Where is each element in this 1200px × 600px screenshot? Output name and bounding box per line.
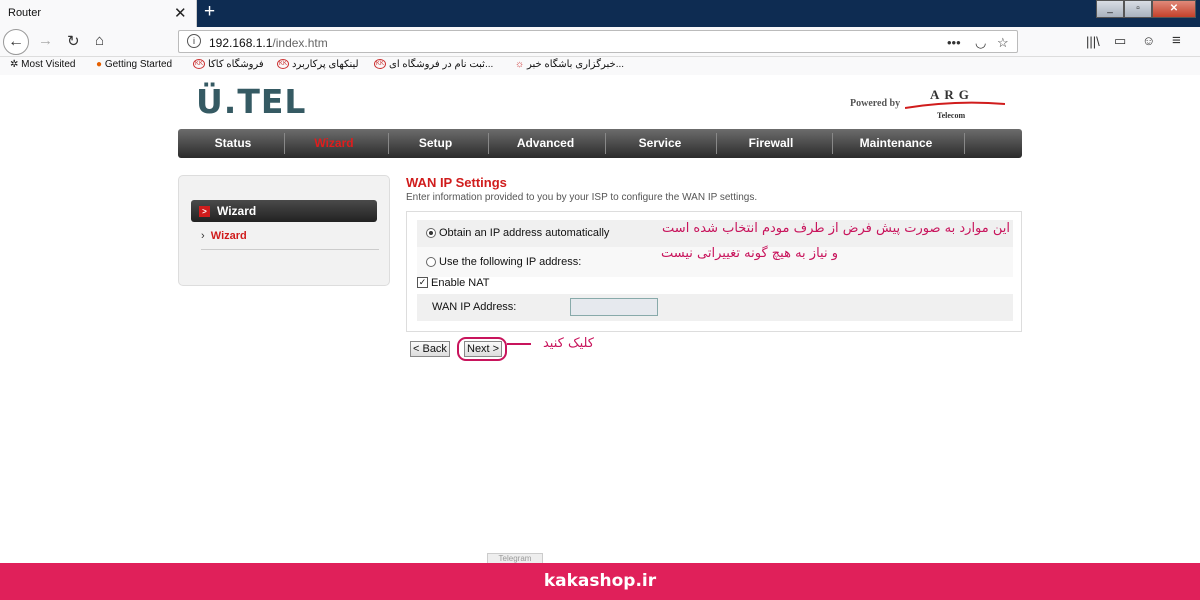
bookmark-label: فروشگاه کاکا [208,59,264,70]
maximize-button[interactable]: ▫ [1124,0,1152,18]
menu-divider [964,133,965,154]
browser-tab-bar: Router ✕ + _ ▫ ✕ [0,0,1200,27]
browser-tab[interactable]: Router ✕ [0,0,197,27]
news-logo-icon: ☼ [515,59,527,70]
powered-by-label: Powered by [850,98,901,109]
account-icon[interactable]: ☺ [1142,33,1155,48]
footer-banner: kakashop.ir [0,563,1200,600]
sidebar: > Wizard › Wizard [178,175,390,286]
reload-icon[interactable]: ↻ [67,32,80,50]
kaka-logo-icon: KK [193,59,205,70]
pocket-icon[interactable]: ◡ [975,35,986,51]
bookmark-useful-links[interactable]: KK لینکهای پرکاربرد [277,59,359,70]
sidebar-header[interactable]: > Wizard [191,200,377,222]
annotation-no-change: و نیاز به هیچ گونه تغییراتی نیست [661,246,838,261]
radio-obtain-auto[interactable] [426,228,436,238]
tab-close-icon[interactable]: ✕ [174,4,187,22]
browser-nav-bar: ← → ↻ ⌂ i 192.168.1.1/index.htm ••• ◡ ☆ … [0,27,1200,57]
next-highlight-circle [457,337,507,361]
window-controls: _ ▫ ✕ [1096,0,1196,18]
tab-title: Router [8,7,42,19]
tab-status[interactable]: Status [178,129,288,158]
bullet-icon: › [201,230,211,242]
bookmark-label: Getting Started [104,59,173,70]
url-text: 192.168.1.1/index.htm [209,36,328,50]
bookmark-star-icon[interactable]: ☆ [997,35,1009,51]
menu-icon[interactable]: ≡ [1172,32,1181,49]
gear-icon: ✲ [10,59,22,70]
sidebar-header-label: Wizard [217,204,257,218]
annotation-default-selected: این موارد به صورت پیش فرض از طرف مودم ان… [662,221,1010,236]
chevron-right-icon: > [199,206,210,217]
wan-ip-row: WAN IP Address: [417,294,1013,321]
bookmark-getting-started[interactable]: ● Getting Started [96,59,172,70]
bookmark-kaka-shop[interactable]: KK فروشگاه کاکا [193,59,264,70]
bookmark-label: Most Visited [21,59,76,70]
bookmark-register-shop[interactable]: KK ثبت نام در فروشگاه ای... [374,59,493,70]
bookmark-news-agency[interactable]: ☼ خبرگزاری باشگاه خبر... [515,59,624,70]
enable-nat-checkbox[interactable]: ✓ [417,277,428,288]
bookmarks-toolbar: ✲ Most Visited ● Getting Started KK فروشگ… [0,57,1200,75]
arg-telecom-label: Telecom [937,111,966,120]
tab-setup[interactable]: Setup [388,129,483,158]
kaka-logo-icon: KK [374,59,386,70]
tab-wizard[interactable]: Wizard [284,129,384,158]
home-icon[interactable]: ⌂ [95,32,104,49]
forward-icon[interactable]: → [38,32,53,49]
bookmark-label: خبرگزاری باشگاه خبر... [526,59,625,70]
footer-site: kakashop.ir [543,571,657,591]
radio-use-following[interactable] [426,257,436,267]
enable-nat-label: Enable NAT [431,277,490,289]
kaka-logo-icon: KK [277,59,289,70]
tab-advanced[interactable]: Advanced [488,129,603,158]
close-window-button[interactable]: ✕ [1152,0,1196,18]
library-icon[interactable]: |||\ [1086,34,1100,49]
bookmark-label: لینکهای پرکاربرد [292,59,359,70]
minimize-button[interactable]: _ [1096,0,1124,18]
back-button[interactable]: < Back [410,341,450,357]
tab-firewall[interactable]: Firewall [716,129,826,158]
firefox-icon: ● [96,59,105,70]
url-bar[interactable]: i 192.168.1.1/index.htm ••• ◡ ☆ [178,30,1018,53]
option-auto-label: Obtain an IP address automatically [439,227,610,239]
page-description: Enter information provided to you by you… [406,192,758,203]
wan-ip-input[interactable] [570,298,658,316]
utel-logo: Ü.TEL [196,82,307,121]
page-title: WAN IP Settings [406,175,507,190]
url-host: 192.168.1.1 [209,36,273,50]
sidebar-item-label: Wizard [210,230,247,242]
bookmark-most-visited[interactable]: ✲ Most Visited [10,59,75,70]
wan-ip-label: WAN IP Address: [432,301,517,313]
sidebar-item-wizard[interactable]: › Wizard [201,230,247,242]
option-manual-label: Use the following IP address: [439,256,582,268]
sidebar-divider [201,249,379,250]
annotation-click: کلیک کنید [542,336,594,351]
bookmark-label: ثبت نام در فروشگاه ای... [389,59,494,70]
page-actions-icon[interactable]: ••• [947,35,961,50]
site-info-icon[interactable]: i [187,34,201,48]
tab-service[interactable]: Service [605,129,715,158]
back-icon[interactable]: ← [3,29,29,55]
new-tab-icon[interactable]: + [204,1,215,23]
url-path: /index.htm [272,36,328,50]
tab-maintenance[interactable]: Maintenance [832,129,960,158]
sidebar-toggle-icon[interactable]: ▭ [1114,33,1126,49]
arg-swoosh-icon [905,101,1005,109]
main-menu: Status Wizard Setup Advanced Service Fir… [178,129,1022,158]
